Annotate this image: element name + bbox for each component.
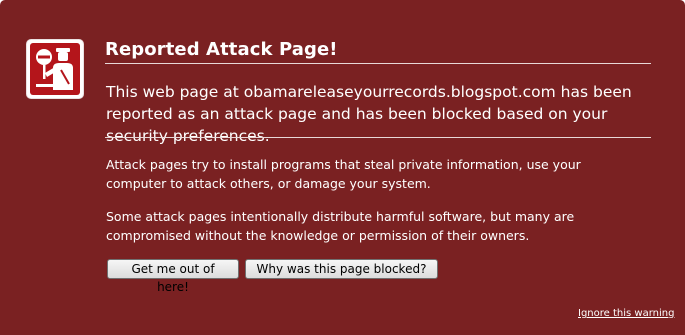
page-title: Reported Attack Page!: [105, 39, 338, 60]
attack-warning-panel: Reported Attack Page! This web page at o…: [0, 0, 685, 335]
police-stop-icon: [27, 40, 83, 98]
section-divider: [105, 137, 651, 138]
get-me-out-button[interactable]: Get me out of here!: [107, 259, 239, 294]
ignore-warning-link[interactable]: Ignore this warning: [578, 308, 674, 319]
why-blocked-button[interactable]: Why was this page blocked?: [245, 259, 438, 279]
warning-paragraph: Some attack pages intentionally distribu…: [106, 209, 575, 243]
title-divider: [105, 63, 651, 64]
warning-paragraph: Attack pages try to install programs tha…: [106, 157, 581, 191]
